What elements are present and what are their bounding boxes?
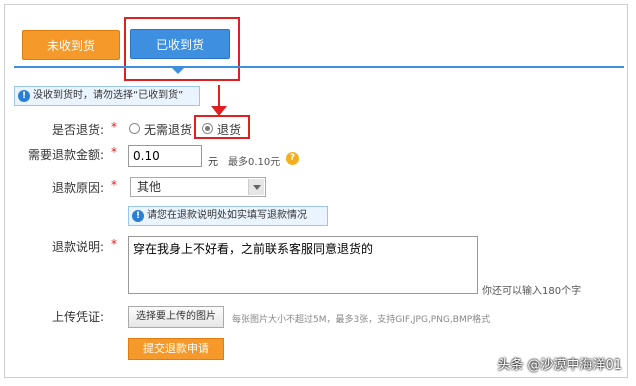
info-icon: ! — [132, 210, 144, 222]
highlight-box-return-radio — [194, 115, 250, 139]
amount-max: 最多0.10元 — [228, 157, 281, 168]
description-textarea[interactable]: 穿在我身上不好看，之前联系客服同意退货的 — [128, 236, 478, 294]
notice-text: 没收到货时，请勿选择“已收到货” — [33, 90, 184, 101]
reason-select-value: 其他 — [137, 180, 162, 194]
amount-input[interactable]: 0.10 — [128, 145, 202, 167]
required-mark: * — [111, 145, 117, 159]
required-mark: * — [111, 237, 117, 251]
reason-label: 退款原因: — [51, 181, 104, 195]
return-label: 是否退货: — [51, 123, 104, 137]
watermark: 头条 @沙漠中海洋01 — [497, 358, 622, 373]
radio-no-return[interactable] — [129, 123, 140, 134]
amount-label: 需要退款金额: — [27, 148, 104, 162]
tab-pointer-icon — [171, 67, 185, 74]
upload-hint: 每张图片大小不超过5M，最多3张，支持GIF,JPG,PNG,BMP格式 — [232, 315, 491, 325]
help-icon[interactable]: ? — [286, 152, 299, 165]
tab-underline — [14, 66, 624, 68]
upload-image-button[interactable]: 选择要上传的图片 — [128, 306, 224, 328]
description-char-count: 你还可以输入180个字 — [482, 286, 582, 297]
notice-banner: ! 没收到货时，请勿选择“已收到货” — [14, 86, 200, 106]
info-icon: ! — [18, 90, 30, 102]
upload-label: 上传凭证: — [51, 310, 104, 324]
reason-tip-text: 请您在退款说明处如实填写退款情况 — [147, 210, 307, 221]
required-mark: * — [111, 120, 117, 134]
description-label: 退款说明: — [51, 240, 104, 254]
amount-unit: 元 — [208, 157, 218, 168]
tab-unreceived[interactable]: 未收到货 — [22, 30, 120, 60]
reason-select[interactable]: 其他 — [130, 177, 266, 197]
submit-refund-button[interactable]: 提交退款申请 — [128, 338, 224, 360]
radio-no-return-label: 无需退货 — [144, 123, 193, 137]
reason-tip: ! 请您在退款说明处如实填写退款情况 — [128, 206, 328, 226]
required-mark: * — [111, 178, 117, 192]
chevron-down-icon[interactable] — [248, 179, 264, 195]
